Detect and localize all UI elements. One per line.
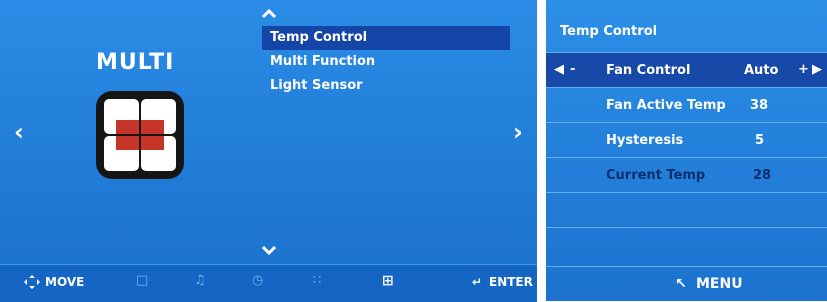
setting-label: Fan Control xyxy=(606,63,691,78)
setting-row-current-temp: Current Temp 28 xyxy=(546,157,827,192)
temp-control-screen: Temp Control ◀ - Fan Control Auto + ▶ Fa… xyxy=(546,0,827,301)
increase-arrow-icon[interactable]: ▶ xyxy=(812,62,822,77)
setting-label: Hysteresis xyxy=(606,133,684,148)
move-icon xyxy=(24,275,40,290)
multi-window-icon[interactable]: ⊞ xyxy=(382,273,394,289)
setting-value: 38 xyxy=(750,98,769,113)
menu-item-light-sensor[interactable]: Light Sensor xyxy=(262,74,510,98)
icon-divider xyxy=(139,120,141,150)
section-title: MULTI xyxy=(96,50,175,75)
clock-icon[interactable]: ◷ xyxy=(252,273,263,288)
move-label: MOVE xyxy=(45,275,85,289)
monitor-icon[interactable]: □ xyxy=(136,273,148,288)
chevron-up-icon[interactable] xyxy=(261,4,277,23)
multi-menu-list: Temp Control Multi Function Light Sensor xyxy=(262,26,510,98)
plus-sign: + xyxy=(798,62,809,77)
setting-row-hysteresis[interactable]: Hysteresis 5 xyxy=(546,122,827,157)
setting-row-fan-active-temp[interactable]: Fan Active Temp 38 xyxy=(546,87,827,122)
multi-menu-screen: MULTI ‹ › Temp Control Multi Function Li… xyxy=(0,0,537,302)
menu-item-multi-function[interactable]: Multi Function xyxy=(262,50,510,74)
menu-item-temp-control[interactable]: Temp Control xyxy=(262,26,510,50)
grid-icon[interactable]: ∷ xyxy=(313,273,321,288)
empty-row xyxy=(546,192,827,227)
back-arrow-icon: ↖ xyxy=(675,276,687,292)
setting-value: Auto xyxy=(744,63,779,78)
minus-sign: - xyxy=(570,62,576,77)
chevron-right-icon[interactable]: › xyxy=(513,118,523,146)
multi-window-icon xyxy=(96,91,184,179)
setting-value: 5 xyxy=(755,133,765,148)
chevron-down-icon[interactable] xyxy=(261,240,277,259)
music-icon[interactable]: ♫ xyxy=(194,273,206,288)
setting-label: Current Temp xyxy=(606,168,706,183)
enter-label: ENTER xyxy=(489,275,533,289)
enter-icon: ↵ xyxy=(472,275,483,289)
menu-button[interactable]: MENU xyxy=(696,276,743,292)
decrease-arrow-icon[interactable]: ◀ xyxy=(554,62,564,77)
screen-footer: ↖ MENU xyxy=(546,266,827,302)
setting-row-fan-control[interactable]: ◀ - Fan Control Auto + ▶ xyxy=(546,52,827,87)
bottom-navigation-bar: MOVE □ ♫ ◷ ∷ ⊞ ↵ ENTER xyxy=(0,264,537,302)
screen-header: Temp Control xyxy=(546,0,827,52)
setting-label: Fan Active Temp xyxy=(606,98,726,113)
empty-row xyxy=(546,227,827,266)
chevron-left-icon[interactable]: ‹ xyxy=(14,118,24,146)
page-title: Temp Control xyxy=(560,24,658,39)
setting-value: 28 xyxy=(753,168,772,183)
